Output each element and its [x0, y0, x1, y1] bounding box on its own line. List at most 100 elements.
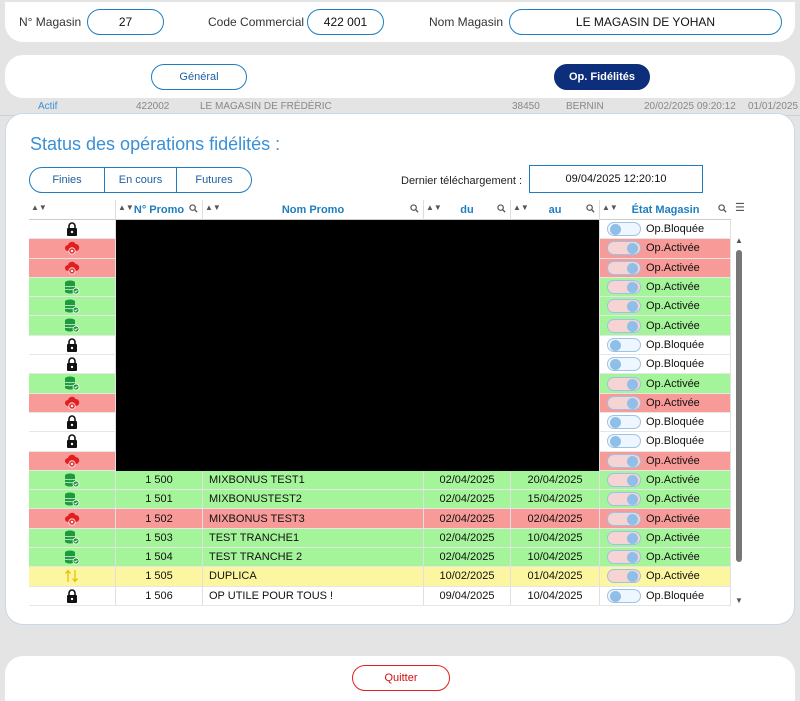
col-etat-magasin[interactable]: ▲▼ État Magasin: [600, 200, 731, 220]
state-toggle[interactable]: [607, 453, 641, 468]
sort-icon: ▲▼: [426, 203, 442, 212]
lock-icon: [66, 222, 78, 237]
state-toggle[interactable]: [607, 318, 641, 333]
toggle-knob: [627, 455, 638, 467]
store-state-cell: Op.Bloquée: [600, 412, 731, 432]
toggle-knob: [627, 262, 638, 274]
toggle-knob: [627, 301, 638, 313]
state-toggle[interactable]: [607, 222, 641, 237]
state-toggle[interactable]: [607, 241, 641, 256]
sort-icon: ▲▼: [602, 203, 618, 212]
status-cell: [29, 412, 116, 432]
toggle-knob: [627, 475, 638, 486]
store-state-cell: Op.Activée: [600, 470, 731, 490]
search-icon[interactable]: [718, 204, 727, 213]
state-label: Op.Activée: [646, 300, 700, 313]
state-toggle[interactable]: [607, 337, 641, 352]
code-commercial-field[interactable]: 422 001: [307, 9, 384, 35]
tab-op-fidelites[interactable]: Op. Fidélités: [554, 64, 650, 90]
col-num-promo-label: N° Promo: [133, 204, 185, 216]
table-row[interactable]: 1 504 TEST TRANCHE 2 02/04/2025 10/04/2025 O…: [29, 548, 731, 568]
cloud-error-icon: [64, 396, 80, 410]
toggle-knob: [627, 552, 638, 564]
toggle-knob: [627, 532, 638, 544]
seg-finies[interactable]: Finies: [30, 168, 105, 192]
code-commercial-label: Code Commercial: [208, 15, 305, 29]
seg-futures[interactable]: Futures: [177, 168, 251, 192]
up-down-arrows-icon: [64, 569, 80, 583]
bg-name: LE MAGASIN DE FRÉDÉRIC: [200, 101, 332, 112]
status-cell: [29, 335, 116, 355]
database-check-icon: [64, 299, 80, 314]
scroll-down-icon[interactable]: ▼: [735, 596, 743, 605]
promo-name: TEST TRANCHE 2: [203, 548, 424, 567]
toggle-knob: [627, 571, 638, 583]
status-cell: [29, 451, 116, 470]
search-icon[interactable]: [189, 204, 198, 213]
lock-icon: [66, 338, 78, 352]
col-au[interactable]: ▲▼ au: [511, 200, 600, 220]
status-cell: [29, 393, 116, 412]
state-toggle[interactable]: [607, 357, 641, 372]
search-icon[interactable]: [410, 204, 419, 213]
table-row[interactable]: 1 501 MIXBONUSTEST2 02/04/2025 15/04/2025 Op…: [29, 490, 731, 510]
status-cell: [29, 374, 116, 393]
database-check-icon: [64, 376, 80, 391]
vertical-scrollbar[interactable]: ▲ ▼: [734, 200, 744, 606]
state-label: Op.Activée: [646, 454, 700, 467]
state-toggle[interactable]: [607, 550, 641, 565]
table-row[interactable]: 1 502 MIXBONUS TEST3 02/04/2025 02/04/2025 O…: [29, 509, 731, 529]
col-num-promo[interactable]: ▲▼ N° Promo: [116, 200, 203, 220]
state-toggle[interactable]: [607, 299, 641, 314]
promo-name: OP UTILE POUR TOUS !: [203, 586, 424, 605]
col-status[interactable]: ▲▼: [29, 200, 116, 220]
panel-title: Status des opérations fidélités :: [30, 134, 281, 154]
sort-icon: ▲▼: [31, 203, 47, 212]
seg-en-cours[interactable]: En cours: [105, 168, 177, 192]
col-du[interactable]: ▲▼ du: [424, 200, 511, 220]
promo-end-date: 15/04/2025: [511, 490, 600, 509]
promo-name: MIXBONUS TEST3: [203, 509, 424, 528]
state-toggle[interactable]: [607, 415, 641, 430]
bg-code: 422002: [136, 101, 170, 112]
store-state-cell: Op.Bloquée: [600, 586, 731, 605]
store-state-cell: Op.Activée: [600, 277, 731, 297]
state-toggle[interactable]: [607, 492, 641, 507]
lock-icon: [66, 589, 78, 603]
state-toggle[interactable]: [607, 530, 641, 545]
promo-end-date: 10/04/2025: [511, 586, 600, 605]
magasin-number-field[interactable]: 27: [87, 9, 164, 35]
toggle-knob: [627, 282, 638, 294]
tab-general[interactable]: Général: [151, 64, 247, 90]
search-icon[interactable]: [497, 204, 506, 213]
state-label: Op.Activée: [646, 531, 700, 544]
state-toggle[interactable]: [607, 473, 641, 487]
store-state-cell: Op.Bloquée: [600, 355, 731, 374]
state-toggle[interactable]: [607, 260, 641, 275]
table-row[interactable]: 1 503 TEST TRANCHE1 02/04/2025 10/04/2025 Op…: [29, 528, 731, 549]
table-row[interactable]: 1 500 MIXBONUS TEST1 02/04/2025 20/04/2025 O…: [29, 470, 731, 491]
promo-name: TEST TRANCHE1: [203, 528, 424, 548]
quit-button[interactable]: Quitter: [352, 665, 450, 691]
state-toggle[interactable]: [607, 434, 641, 449]
toggle-knob: [610, 339, 621, 351]
table-row[interactable]: 1 505 DUPLICA 10/02/2025 01/04/2025 Op.Activ…: [29, 567, 731, 587]
state-toggle[interactable]: [607, 511, 641, 526]
table-row[interactable]: 1 506 OP UTILE POUR TOUS ! 09/04/2025 10/04…: [29, 586, 731, 606]
status-cell: [29, 490, 116, 509]
state-toggle[interactable]: [607, 569, 641, 584]
bg-date2: 01/01/2025: [748, 101, 799, 112]
col-au-label: au: [548, 204, 562, 216]
state-toggle[interactable]: [607, 376, 641, 391]
state-toggle[interactable]: [607, 588, 641, 603]
promo-number: 1 506: [116, 586, 203, 605]
nom-magasin-field[interactable]: LE MAGASIN DE YOHAN: [509, 9, 782, 35]
search-icon[interactable]: [586, 204, 595, 213]
scroll-thumb[interactable]: [736, 250, 742, 562]
col-nom-promo[interactable]: ▲▼ Nom Promo: [203, 200, 424, 220]
toggle-knob: [610, 590, 621, 602]
scroll-up-icon[interactable]: ▲: [735, 236, 743, 245]
state-toggle[interactable]: [607, 395, 641, 410]
state-toggle[interactable]: [607, 280, 641, 295]
promo-start-date: 10/02/2025: [424, 567, 511, 586]
